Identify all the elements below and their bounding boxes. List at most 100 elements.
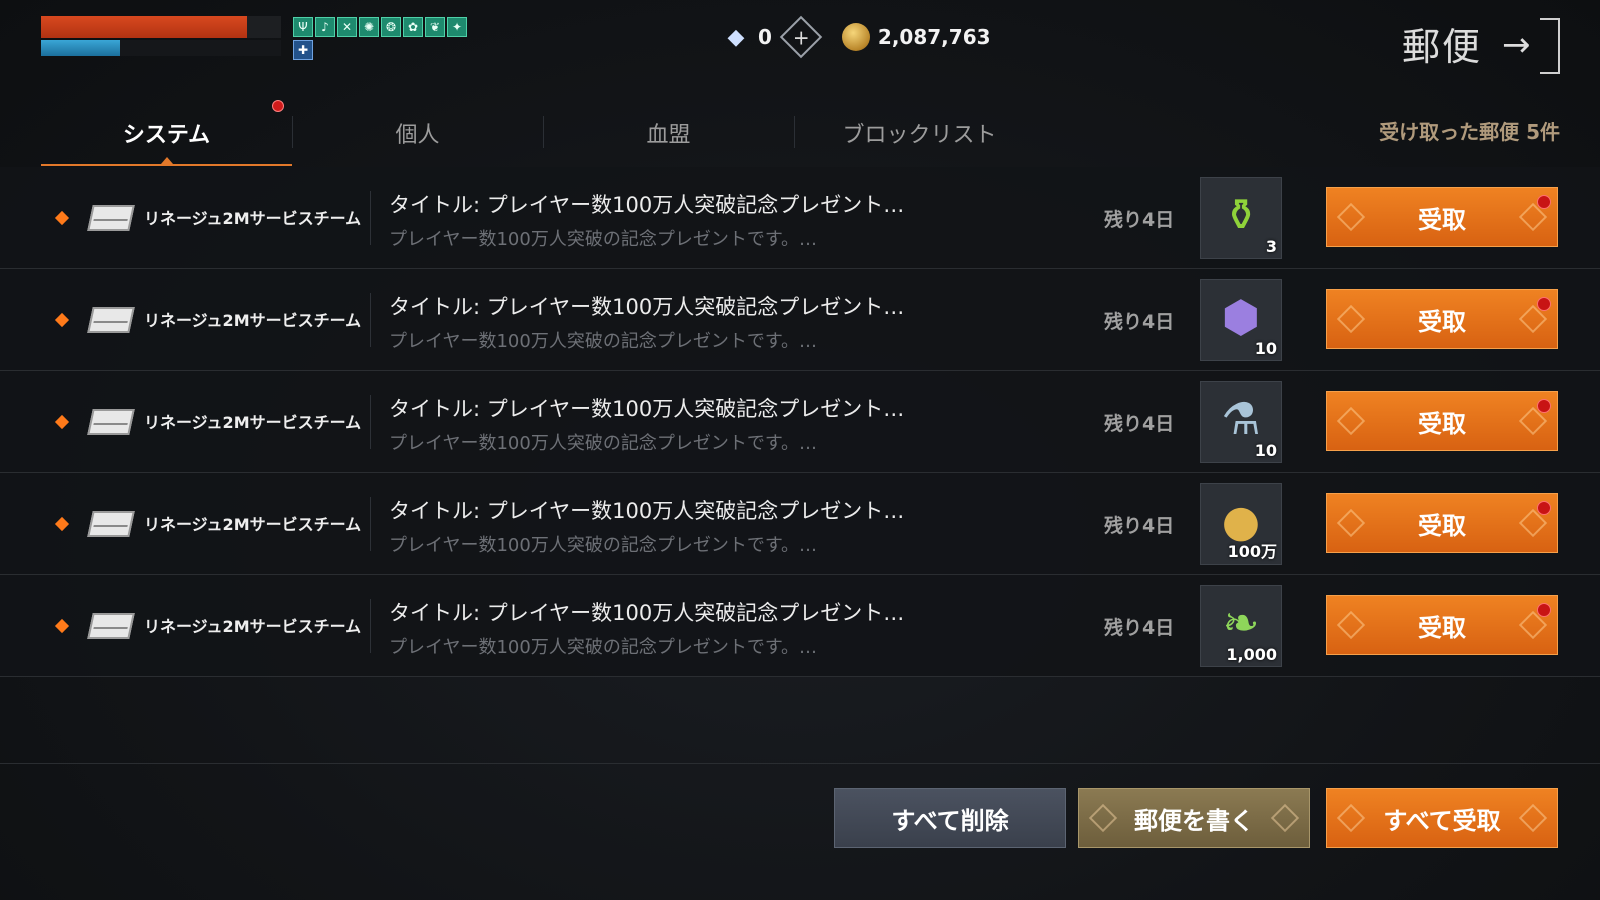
notification-badge [1537, 399, 1551, 413]
mail-title: タイトル: プレイヤー数100万人突破記念プレゼント… [389, 601, 905, 625]
tab-clan[interactable]: 血盟 [543, 100, 794, 166]
player-status [41, 16, 281, 58]
mail-preview: プレイヤー数100万人突破の記念プレゼントです。… [389, 331, 818, 352]
remaining-days: 残り4日 [1104, 209, 1175, 231]
mail-sender: リネージュ2Mサービスチーム [144, 311, 362, 330]
shield-buff-icon[interactable]: ✚ [293, 40, 313, 60]
receive-all-label: すべて受取 [1383, 806, 1501, 835]
buff-icon[interactable]: ❂ [381, 17, 401, 37]
unread-marker-icon [54, 618, 70, 634]
buff-icon[interactable]: ✺ [359, 17, 379, 37]
receive-button-label: 受取 [1418, 409, 1466, 438]
mail-sender: リネージュ2Mサービスチーム [144, 515, 362, 534]
buff-icon[interactable]: ♪ [315, 17, 335, 37]
receive-button-label: 受取 [1418, 511, 1466, 540]
exit-arrow-icon: → [1502, 25, 1531, 65]
write-mail-label: 郵便を書く [1134, 806, 1254, 835]
reward-item-slot[interactable]: ❧ 1,000 [1200, 585, 1282, 667]
tab-label: 血盟 [646, 123, 691, 148]
mail-row[interactable]: リネージュ2Mサービスチーム タイトル: プレイヤー数100万人突破記念プレゼン… [0, 167, 1600, 269]
receive-button[interactable]: 受取 [1326, 289, 1558, 349]
envelope-icon [87, 409, 135, 435]
tab-personal[interactable]: 個人 [292, 100, 543, 166]
button-ornament [1518, 803, 1548, 833]
buff-icon[interactable]: ❦ [425, 17, 445, 37]
reward-item-slot[interactable]: ● 100万 [1200, 483, 1282, 565]
unread-marker-icon [54, 210, 70, 226]
envelope-icon [87, 205, 135, 231]
envelope-icon [87, 307, 135, 333]
unread-marker-icon [54, 414, 70, 430]
gold-coin-icon [841, 23, 870, 51]
unread-marker-icon [54, 312, 70, 328]
envelope-icon [87, 613, 135, 639]
button-ornament [1336, 304, 1366, 334]
mail-preview: プレイヤー数100万人突破の記念プレゼントです。… [389, 535, 818, 556]
mail-row[interactable]: リネージュ2Mサービスチーム タイトル: プレイヤー数100万人突破記念プレゼン… [0, 269, 1600, 371]
page-title: 郵便 [1401, 25, 1482, 69]
reward-item-slot[interactable]: ⚱ 3 [1200, 177, 1282, 259]
mp-fill [41, 40, 121, 56]
tab-blocklist[interactable]: ブロックリスト [794, 100, 1045, 166]
exit-button[interactable]: → [1502, 18, 1560, 74]
notification-badge [1537, 297, 1551, 311]
tab-label: 個人 [395, 123, 440, 148]
write-mail-button[interactable]: 郵便を書く [1078, 788, 1310, 848]
receive-button-label: 受取 [1418, 205, 1466, 234]
add-diamond-button[interactable]: + [779, 15, 823, 59]
mail-tabs: システム 個人 血盟 ブロックリスト [41, 100, 1045, 166]
item-quantity: 10 [1254, 441, 1277, 460]
button-ornament [1088, 803, 1118, 833]
tab-label: ブロックリスト [842, 123, 997, 148]
divider [370, 395, 371, 449]
notification-badge [1537, 195, 1551, 209]
notification-badge [1537, 603, 1551, 617]
buff-icon[interactable]: Ψ [293, 17, 313, 37]
remaining-days: 残り4日 [1104, 311, 1175, 333]
buff-icon[interactable]: ✦ [447, 17, 467, 37]
buff-icon[interactable]: ✕ [337, 17, 357, 37]
mail-row[interactable]: リネージュ2Mサービスチーム タイトル: プレイヤー数100万人突破記念プレゼン… [0, 575, 1600, 677]
delete-all-label: すべて削除 [891, 806, 1009, 835]
diamond-icon: ◆ [727, 24, 745, 50]
item-quantity: 1,000 [1226, 645, 1277, 664]
hp-bar [41, 16, 281, 38]
notification-badge [272, 100, 284, 112]
envelope-icon [87, 511, 135, 537]
currency-bar: ◆ 0 + 2,087,763 [722, 15, 991, 59]
buff-icon[interactable]: ✿ [403, 17, 423, 37]
received-mail-count: 受け取った郵便 5件 [1379, 120, 1560, 144]
mail-row[interactable]: リネージュ2Mサービスチーム タイトル: プレイヤー数100万人突破記念プレゼン… [0, 473, 1600, 575]
mail-sender: リネージュ2Mサービスチーム [144, 617, 362, 636]
divider [370, 293, 371, 347]
receive-button-label: 受取 [1418, 307, 1466, 336]
active-tab-marker [160, 157, 173, 164]
mail-sender: リネージュ2Mサービスチーム [144, 413, 362, 432]
mail-list: リネージュ2Mサービスチーム タイトル: プレイヤー数100万人突破記念プレゼン… [0, 167, 1600, 677]
button-ornament [1270, 803, 1300, 833]
reward-item-slot[interactable]: ⬢ 10 [1200, 279, 1282, 361]
mail-row[interactable]: リネージュ2Mサービスチーム タイトル: プレイヤー数100万人突破記念プレゼン… [0, 371, 1600, 473]
tab-system[interactable]: システム [41, 100, 292, 166]
receive-button[interactable]: 受取 [1326, 391, 1558, 451]
delete-all-button[interactable]: すべて削除 [834, 788, 1066, 848]
receive-button[interactable]: 受取 [1326, 187, 1558, 247]
notification-badge [1537, 501, 1551, 515]
receive-all-button[interactable]: すべて受取 [1326, 788, 1558, 848]
button-ornament [1336, 610, 1366, 640]
receive-button[interactable]: 受取 [1326, 493, 1558, 553]
exit-frame [1540, 18, 1560, 74]
remaining-days: 残り4日 [1104, 617, 1175, 639]
mail-preview: プレイヤー数100万人突破の記念プレゼントです。… [389, 637, 818, 658]
mail-title: タイトル: プレイヤー数100万人突破記念プレゼント… [389, 193, 905, 217]
hp-fill [41, 16, 248, 38]
receive-button[interactable]: 受取 [1326, 595, 1558, 655]
button-ornament [1336, 803, 1366, 833]
mail-title: タイトル: プレイヤー数100万人突破記念プレゼント… [389, 397, 905, 421]
plus-icon: + [792, 24, 810, 49]
divider [370, 191, 371, 245]
mail-title: タイトル: プレイヤー数100万人突破記念プレゼント… [389, 499, 905, 523]
item-quantity: 100万 [1227, 542, 1277, 561]
button-ornament [1336, 202, 1366, 232]
reward-item-slot[interactable]: ⚗ 10 [1200, 381, 1282, 463]
